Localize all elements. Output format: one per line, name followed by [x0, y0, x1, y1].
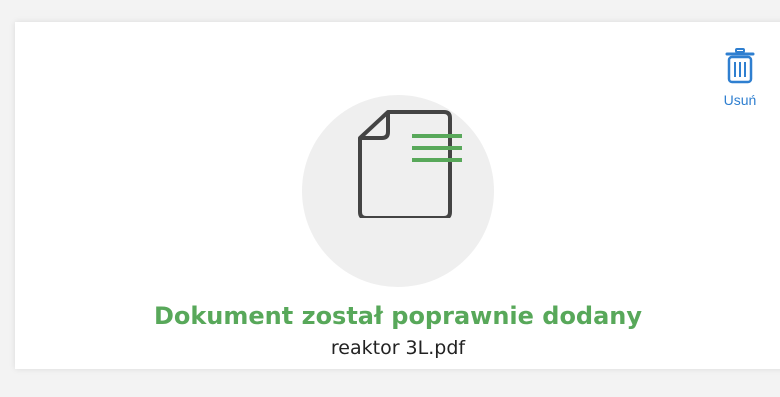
delete-button-label: Usuń [723, 92, 757, 108]
upload-card: Usuń Dokument został poprawnie dodany re… [15, 22, 780, 369]
trash-icon [725, 48, 755, 84]
upload-success-message: Dokument został poprawnie dodany [153, 302, 643, 330]
uploaded-file-name: reaktor 3L.pdf [330, 337, 466, 359]
delete-button[interactable]: Usuń [715, 48, 765, 108]
document-icon [358, 110, 462, 218]
